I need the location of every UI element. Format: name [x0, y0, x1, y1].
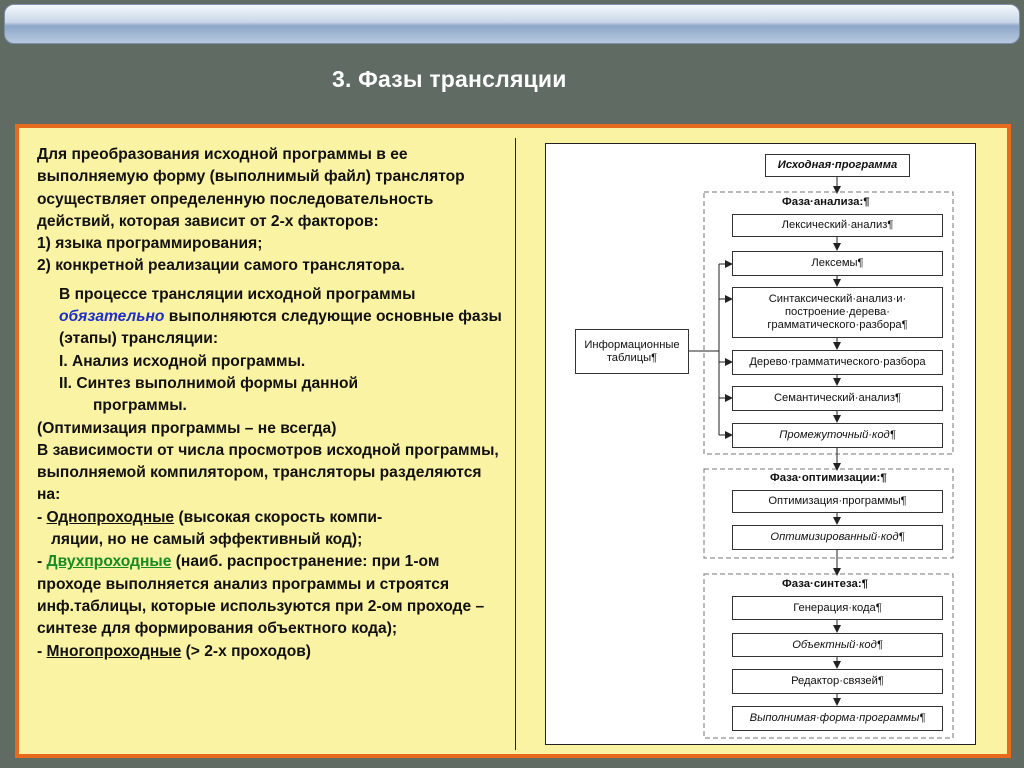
optimization-phase-label: Фаза·оптимизации:¶ [770, 472, 887, 484]
factor-2: 2) конкретной реализации самого транслят… [37, 257, 405, 275]
translation-phases-diagram: Исходная·программа Фаза·анализа:¶ Лексич… [545, 143, 976, 745]
phase-2-item-cont: программы. [93, 397, 187, 415]
phases-paragraph: В процессе трансляции исходной программы… [59, 284, 507, 418]
synthesis-phase-label: Фаза·синтеза:¶ [782, 578, 868, 590]
intro-text: Для преобразования исходной программы в … [37, 146, 465, 230]
two-pass-dash: - [37, 553, 47, 571]
one-pass-dash: - [37, 508, 47, 526]
info-tables-box: Информационные таблицы¶ [575, 329, 689, 374]
optimized-code-box: Оптимизированный·код¶ [732, 525, 943, 550]
intermediate-code-box: Промежуточный·код¶ [732, 423, 943, 448]
two-pass-term: Двухпроходные [46, 553, 172, 571]
column-divider [515, 138, 516, 750]
text-column: Для преобразования исходной программы в … [37, 144, 507, 663]
syntax-analysis-box: Синтаксический·анализ·и· построение·дере… [732, 287, 943, 338]
lexical-analysis-box: Лексический·анализ¶ [732, 214, 943, 237]
emphasis-required: обязательно [59, 308, 165, 326]
source-program-box: Исходная·программа [765, 154, 910, 177]
object-code-box: Объектный·код¶ [732, 633, 943, 657]
intro-paragraph: Для преобразования исходной программы в … [37, 144, 507, 278]
passes-intro: В зависимости от числа просмотров исходн… [37, 441, 499, 504]
top-banner-bar [4, 4, 1020, 44]
phase-2-item: II. Синтез выполнимой формы данной [59, 374, 359, 392]
phase-1-item: I. Анализ исходной программы. [59, 352, 306, 370]
codegen-box: Генерация·кода¶ [732, 596, 943, 620]
factor-1: 1) языка программирования; [37, 235, 263, 253]
content-panel: Для преобразования исходной программы в … [15, 124, 1011, 758]
optimization-note: (Оптимизация программы – не всегда) [37, 419, 337, 437]
lexemes-box: Лексемы¶ [732, 251, 943, 276]
executable-box: Выполнимая·форма·программы¶ [732, 706, 943, 731]
semantic-analysis-box: Семантический·анализ¶ [732, 386, 943, 411]
multi-pass-desc: (> 2-х проходов) [181, 642, 312, 660]
multi-pass-term: Многопроходные [46, 642, 182, 660]
optimization-box: Оптимизация·программы¶ [732, 490, 943, 513]
one-pass-desc: (высокая скорость компи- [174, 508, 383, 526]
analysis-phase-label: Фаза·анализа:¶ [782, 196, 870, 208]
passes-paragraph: (Оптимизация программы – не всегда) В за… [37, 418, 507, 663]
one-pass-term: Однопроходные [46, 508, 175, 526]
phases-text-a: В процессе трансляции исходной программы [59, 285, 416, 303]
top-banner [0, 0, 1024, 48]
slide-title: 3. Фазы трансляции [332, 66, 567, 92]
one-pass-desc-cont: ляции, но не самый эффективный код); [51, 531, 363, 549]
multi-pass-dash: - [37, 642, 47, 660]
parse-tree-box: Дерево·грамматического·разбора [732, 350, 943, 375]
linker-box: Редактор·связей¶ [732, 669, 943, 694]
